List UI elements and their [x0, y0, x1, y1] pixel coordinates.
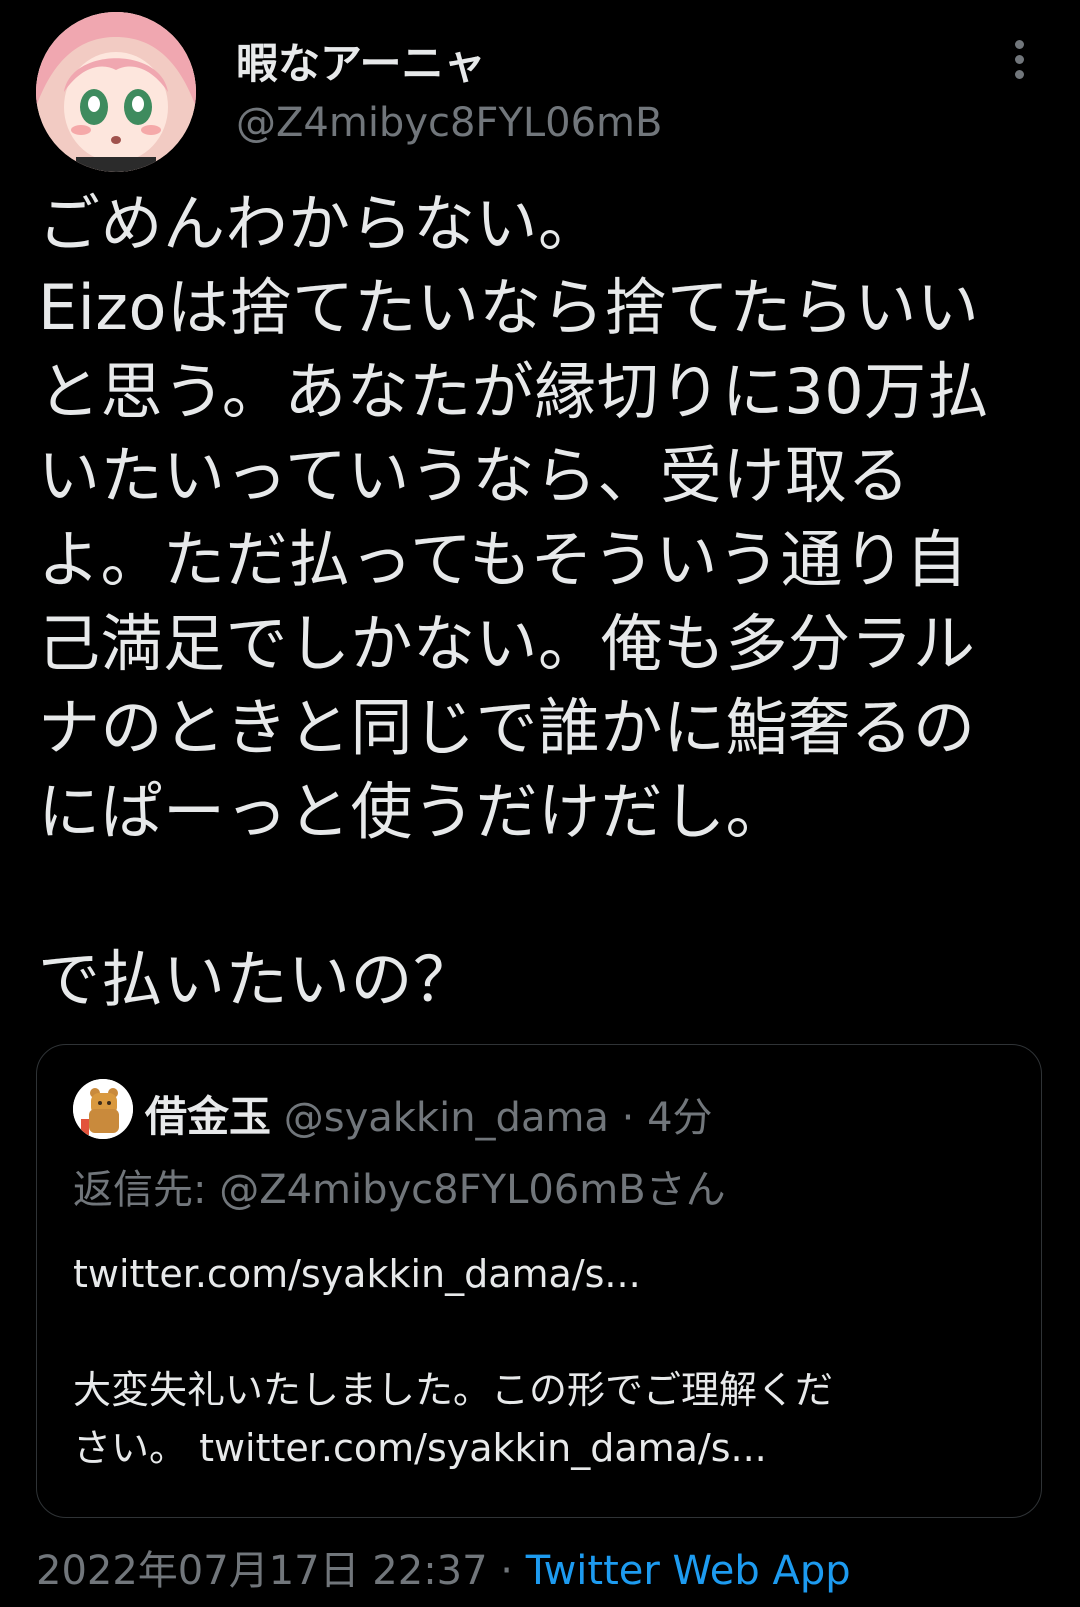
quoted-tweet-time: · 4分 [608, 1095, 713, 1141]
author-handle[interactable]: @Z4mibyc8FYL06mB [236, 100, 662, 146]
more-options-button[interactable] [1000, 36, 1040, 84]
more-vertical-icon [1015, 40, 1024, 49]
author-avatar[interactable] [36, 12, 196, 172]
quoted-reply-to: 返信先: @Z4mibyc8FYL06mBさん [73, 1167, 726, 1213]
quoted-tweet-card[interactable]: 借金玉 @syakkin_dama · 4分 返信先: @Z4mibyc8FYL… [36, 1044, 1042, 1518]
bear-avatar-icon [73, 1079, 133, 1139]
tweet-text: ごめんわからない。 Eizoは捨てたいなら捨てたらいい と思う。あなたが縁切りに… [38, 187, 990, 1016]
quoted-author-avatar[interactable] [73, 1079, 133, 1139]
quoted-tweet-header: 借金玉 @syakkin_dama · 4分 [145, 1083, 713, 1144]
quoted-author-handle[interactable]: @syakkin_dama [284, 1095, 609, 1141]
quoted-tweet-text: twitter.com/syakkin_dama/s... 大変失礼いたしました… [73, 1252, 834, 1470]
author-display-name[interactable]: 暇なアーニャ [236, 30, 485, 91]
tweet-source-link[interactable]: Twitter Web App [526, 1548, 851, 1594]
more-vertical-icon-dot [1015, 55, 1024, 64]
tweet-meta: 2022年07月17日 22:37 · Twitter Web App [36, 1538, 851, 1596]
meta-separator: · [487, 1548, 526, 1594]
quoted-author-name[interactable]: 借金玉 [145, 1092, 271, 1141]
more-vertical-icon-dot [1015, 70, 1024, 79]
anime-avatar-icon [36, 12, 196, 172]
tweet-timestamp[interactable]: 2022年07月17日 22:37 [36, 1548, 488, 1594]
